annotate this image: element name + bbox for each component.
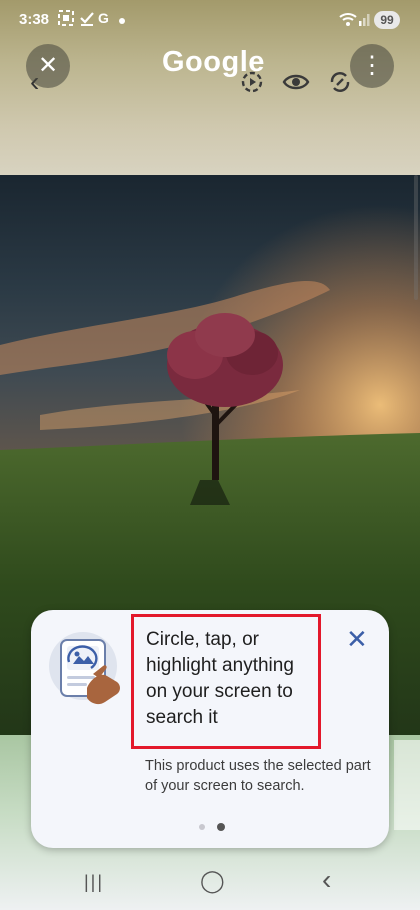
back-button[interactable]: ‹ [322,864,331,896]
close-tip-button[interactable]: ✕ [346,626,368,652]
navigation-bar: ||| ◯ ‹ [0,858,420,910]
scrollbar[interactable] [414,175,418,300]
wifi-icon [338,11,358,30]
tip-description: This product uses the selected part of y… [145,758,371,794]
page-dot-1[interactable] [199,823,205,830]
battery-indicator: 99 [374,11,400,29]
page-indicator [199,818,233,836]
signal-icon [358,11,372,30]
google-g-icon: G [98,10,109,26]
download-icon [79,10,95,29]
circle-to-search-illustration-icon [47,628,127,708]
close-button[interactable]: ✕ [26,44,70,88]
eye-icon[interactable] [282,68,310,96]
home-button[interactable]: ◯ [200,868,225,894]
motion-photo-icon[interactable] [238,68,266,96]
page-dot-2[interactable] [217,822,226,831]
dot-icon [118,12,126,28]
tip-headline: Circle, tap, or highlight anything on yo… [131,614,321,749]
circle-to-search-tip-card: Circle, tap, or highlight anything on yo… [31,610,389,848]
recents-button[interactable]: ||| [84,872,104,893]
screenshot-icon [58,10,74,29]
status-time: 3:38 [19,11,50,28]
more-options-button[interactable]: ⋮ [350,44,394,88]
remaster-icon[interactable] [326,68,354,96]
side-thumbnail [394,740,420,830]
status-bar: 3:38 G 99 [0,0,420,40]
